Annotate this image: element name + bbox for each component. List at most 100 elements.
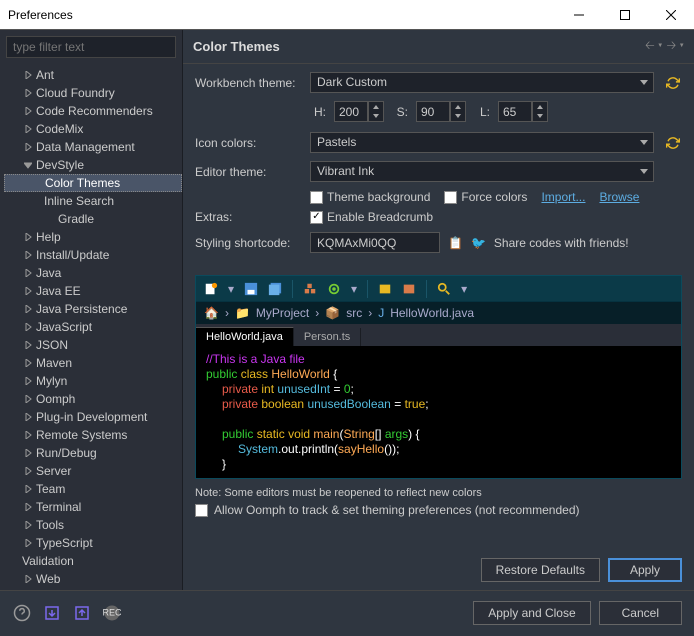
search-icon[interactable] — [437, 282, 451, 296]
tree-item-java[interactable]: Java — [4, 264, 182, 282]
tree-item-javascript[interactable]: JavaScript — [4, 318, 182, 336]
tree-item-cloud-foundry[interactable]: Cloud Foundry — [4, 84, 182, 102]
tab-helloworld[interactable]: HelloWorld.java — [196, 327, 294, 346]
tree-item-help[interactable]: Help — [4, 228, 182, 246]
chevron-right-icon[interactable] — [22, 339, 34, 351]
twitter-icon[interactable]: 🐦 — [471, 236, 486, 250]
tree-item-codemix[interactable]: CodeMix — [4, 120, 182, 138]
tree-item-gradle[interactable]: Gradle — [4, 210, 182, 228]
chevron-down-icon[interactable] — [22, 159, 34, 171]
back-icon[interactable]: 🡠 ▾ — [645, 36, 663, 57]
chevron-right-icon[interactable] — [22, 465, 34, 477]
chevron-right-icon[interactable] — [22, 285, 34, 297]
chevron-right-icon[interactable] — [22, 375, 34, 387]
s-up[interactable] — [451, 102, 465, 112]
tab-person[interactable]: Person.ts — [294, 328, 361, 346]
tree-item-validation[interactable]: Validation — [4, 552, 182, 570]
tree-item-devstyle[interactable]: DevStyle — [4, 156, 182, 174]
h-input[interactable] — [334, 101, 368, 122]
export-prefs-icon[interactable] — [72, 603, 92, 623]
chevron-right-icon[interactable] — [22, 447, 34, 459]
import-link[interactable]: Import... — [541, 190, 585, 204]
rec-icon[interactable]: REC — [102, 603, 122, 623]
tree-item-ant[interactable]: Ant — [4, 66, 182, 84]
chevron-right-icon[interactable] — [22, 123, 34, 135]
bread-file[interactable]: HelloWorld.java — [390, 306, 474, 320]
open-task-icon[interactable] — [402, 282, 416, 296]
h-up[interactable] — [369, 102, 383, 112]
debug-icon[interactable] — [327, 282, 341, 296]
bread-project[interactable]: MyProject — [256, 306, 309, 320]
chevron-right-icon[interactable] — [22, 321, 34, 333]
shortcode-input[interactable] — [310, 232, 440, 253]
chevron-right-icon[interactable] — [22, 303, 34, 315]
l-down[interactable] — [533, 112, 547, 122]
tree-item-tools[interactable]: Tools — [4, 516, 182, 534]
cancel-button[interactable]: Cancel — [599, 601, 682, 625]
workbench-theme-select[interactable]: Dark Custom — [310, 72, 654, 93]
open-type-icon[interactable] — [378, 282, 392, 296]
help-icon[interactable] — [12, 603, 32, 623]
tree-item-server[interactable]: Server — [4, 462, 182, 480]
chevron-right-icon[interactable] — [22, 501, 34, 513]
s-down[interactable] — [451, 112, 465, 122]
tree-item-run-debug[interactable]: Run/Debug — [4, 444, 182, 462]
new-icon[interactable] — [204, 282, 218, 296]
tree-item-remote-systems[interactable]: Remote Systems — [4, 426, 182, 444]
icon-colors-select[interactable]: Pastels — [310, 132, 654, 153]
tree-item-code-recommenders[interactable]: Code Recommenders — [4, 102, 182, 120]
chevron-right-icon[interactable] — [22, 357, 34, 369]
theme-bg-checkbox[interactable] — [310, 191, 323, 204]
force-colors-checkbox[interactable] — [444, 191, 457, 204]
tree-item-team[interactable]: Team — [4, 480, 182, 498]
l-input[interactable] — [498, 101, 532, 122]
h-down[interactable] — [369, 112, 383, 122]
chevron-right-icon[interactable] — [22, 483, 34, 495]
build-icon[interactable] — [303, 282, 317, 296]
forward-icon[interactable]: 🡢 ▾ — [666, 36, 684, 57]
chevron-right-icon[interactable] — [22, 519, 34, 531]
chevron-right-icon[interactable] — [22, 537, 34, 549]
tree-item-data-management[interactable]: Data Management — [4, 138, 182, 156]
s-input[interactable] — [416, 101, 450, 122]
chevron-right-icon[interactable] — [22, 141, 34, 153]
clipboard-icon[interactable]: 📋 — [448, 236, 463, 250]
tree-item-install-update[interactable]: Install/Update — [4, 246, 182, 264]
tree-item-mylyn[interactable]: Mylyn — [4, 372, 182, 390]
chevron-right-icon[interactable] — [22, 267, 34, 279]
refresh-icon[interactable] — [664, 76, 682, 90]
chevron-right-icon[interactable] — [22, 87, 34, 99]
refresh-icon-2[interactable] — [664, 136, 682, 150]
preferences-tree[interactable]: AntCloud FoundryCode RecommendersCodeMix… — [0, 64, 182, 590]
oomph-checkbox[interactable] — [195, 504, 208, 517]
editor-theme-select[interactable]: Vibrant Ink — [310, 161, 654, 182]
tree-item-typescript[interactable]: TypeScript — [4, 534, 182, 552]
breadcrumb-checkbox[interactable] — [310, 211, 323, 224]
apply-button[interactable]: Apply — [608, 558, 682, 582]
close-button[interactable] — [648, 0, 694, 30]
browse-link[interactable]: Browse — [599, 190, 639, 204]
chevron-right-icon[interactable] — [22, 69, 34, 81]
tree-item-color-themes[interactable]: Color Themes — [4, 174, 182, 192]
restore-defaults-button[interactable]: Restore Defaults — [481, 558, 600, 582]
tree-item-web[interactable]: Web — [4, 570, 182, 588]
tree-item-inline-search[interactable]: Inline Search — [4, 192, 182, 210]
home-icon[interactable]: 🏠 — [204, 306, 219, 320]
maximize-button[interactable] — [602, 0, 648, 30]
tree-item-plug-in-development[interactable]: Plug-in Development — [4, 408, 182, 426]
minimize-button[interactable] — [556, 0, 602, 30]
chevron-right-icon[interactable] — [22, 411, 34, 423]
tree-item-maven[interactable]: Maven — [4, 354, 182, 372]
tree-item-java-ee[interactable]: Java EE — [4, 282, 182, 300]
chevron-right-icon[interactable] — [22, 105, 34, 117]
save-icon[interactable] — [244, 282, 258, 296]
l-up[interactable] — [533, 102, 547, 112]
bread-src[interactable]: src — [346, 306, 362, 320]
chevron-right-icon[interactable] — [22, 573, 34, 585]
tree-item-oomph[interactable]: Oomph — [4, 390, 182, 408]
chevron-right-icon[interactable] — [22, 231, 34, 243]
chevron-right-icon[interactable] — [22, 249, 34, 261]
save-all-icon[interactable] — [268, 282, 282, 296]
tree-item-json[interactable]: JSON — [4, 336, 182, 354]
chevron-right-icon[interactable] — [22, 429, 34, 441]
